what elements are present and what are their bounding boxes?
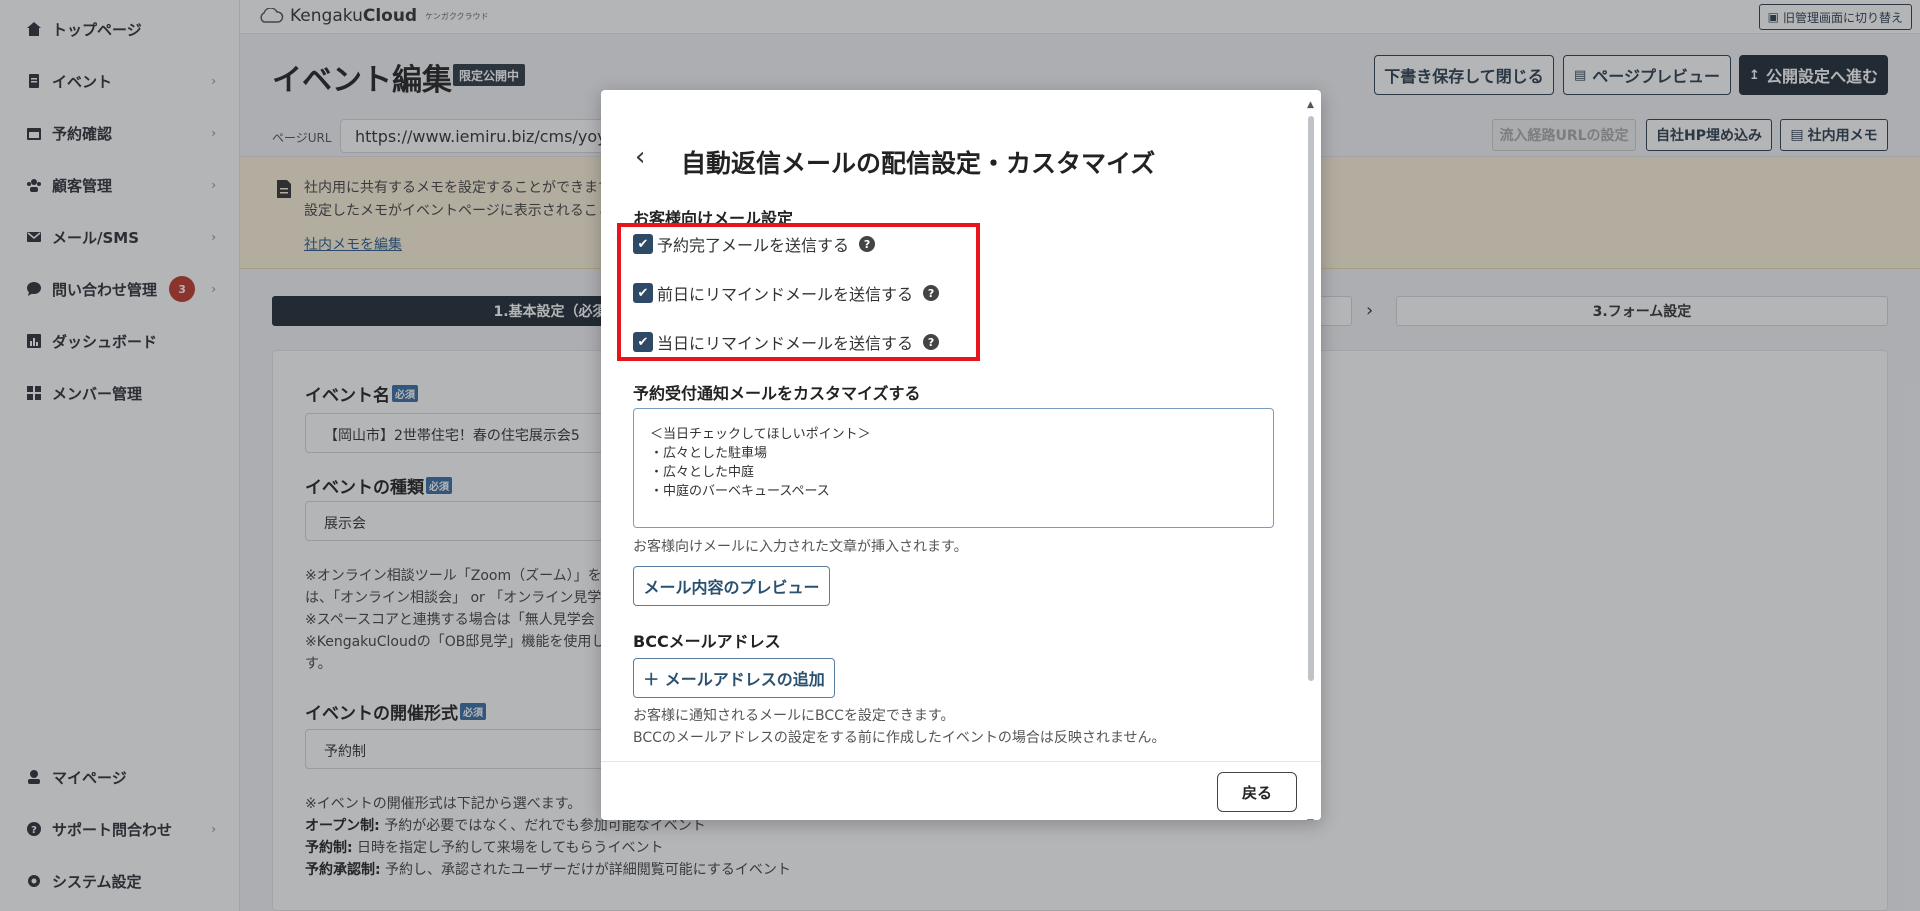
modal-title: 自動返信メールの配信設定・カスタマイズ (681, 149, 1156, 178)
checkbox-checked[interactable]: ✔ (633, 332, 653, 352)
help-icon[interactable]: ? (923, 285, 940, 301)
auto-reply-mail-modal: ‹ 自動返信メールの配信設定・カスタマイズ お客様向けメール設定 ✔ 予約完了メ… (601, 90, 1321, 820)
checkbox-checked[interactable]: ✔ (633, 283, 653, 303)
same-day-reminder-checkbox-row[interactable]: ✔ 当日にリマインドメールを送信する ? (633, 330, 940, 354)
back-arrow-icon[interactable]: ‹ (635, 142, 645, 172)
modal-scrollbar[interactable]: ▲ ▼ (1306, 100, 1316, 820)
modal-footer: 戻る (601, 761, 1321, 820)
bcc-hint: お客様に通知されるメールにBCCを設定できます。 BCCのメールアドレスの設定を… (633, 705, 1166, 749)
checkbox-label: 前日にリマインドメールを送信する (657, 285, 914, 304)
bcc-label: BCCメールアドレス (633, 632, 781, 651)
completion-mail-checkbox-row[interactable]: ✔ 予約完了メールを送信する ? (633, 232, 876, 256)
checkbox-checked[interactable]: ✔ (633, 234, 653, 254)
back-button[interactable]: 戻る (1217, 772, 1297, 812)
hint-line: BCCのメールアドレスの設定をする前に作成したイベントの場合は反映されません。 (633, 730, 1166, 746)
help-icon[interactable]: ? (923, 334, 940, 350)
scroll-up-icon[interactable]: ▲ (1307, 100, 1314, 110)
customize-mail-label: 予約受付通知メールをカスタマイズする (633, 384, 921, 403)
scroll-down-icon[interactable]: ▼ (1307, 818, 1314, 820)
custom-mail-textarea[interactable]: ＜当日チェックしてほしいポイント＞ ・広々とした駐車場 ・広々とした中庭 ・中庭… (633, 408, 1274, 528)
scroll-thumb[interactable] (1308, 116, 1314, 681)
help-icon[interactable]: ? (859, 236, 876, 252)
add-email-button[interactable]: ＋ メールアドレスの追加 (633, 658, 835, 698)
checkbox-label: 当日にリマインドメールを送信する (657, 334, 914, 353)
day-before-reminder-checkbox-row[interactable]: ✔ 前日にリマインドメールを送信する ? (633, 281, 940, 305)
textarea-hint: お客様向けメールに入力された文章が挿入されます。 (633, 539, 968, 555)
checkbox-label: 予約完了メールを送信する (657, 236, 850, 255)
hint-line: お客様に通知されるメールにBCCを設定できます。 (633, 708, 955, 724)
mail-preview-button[interactable]: メール内容のプレビュー (633, 566, 830, 606)
